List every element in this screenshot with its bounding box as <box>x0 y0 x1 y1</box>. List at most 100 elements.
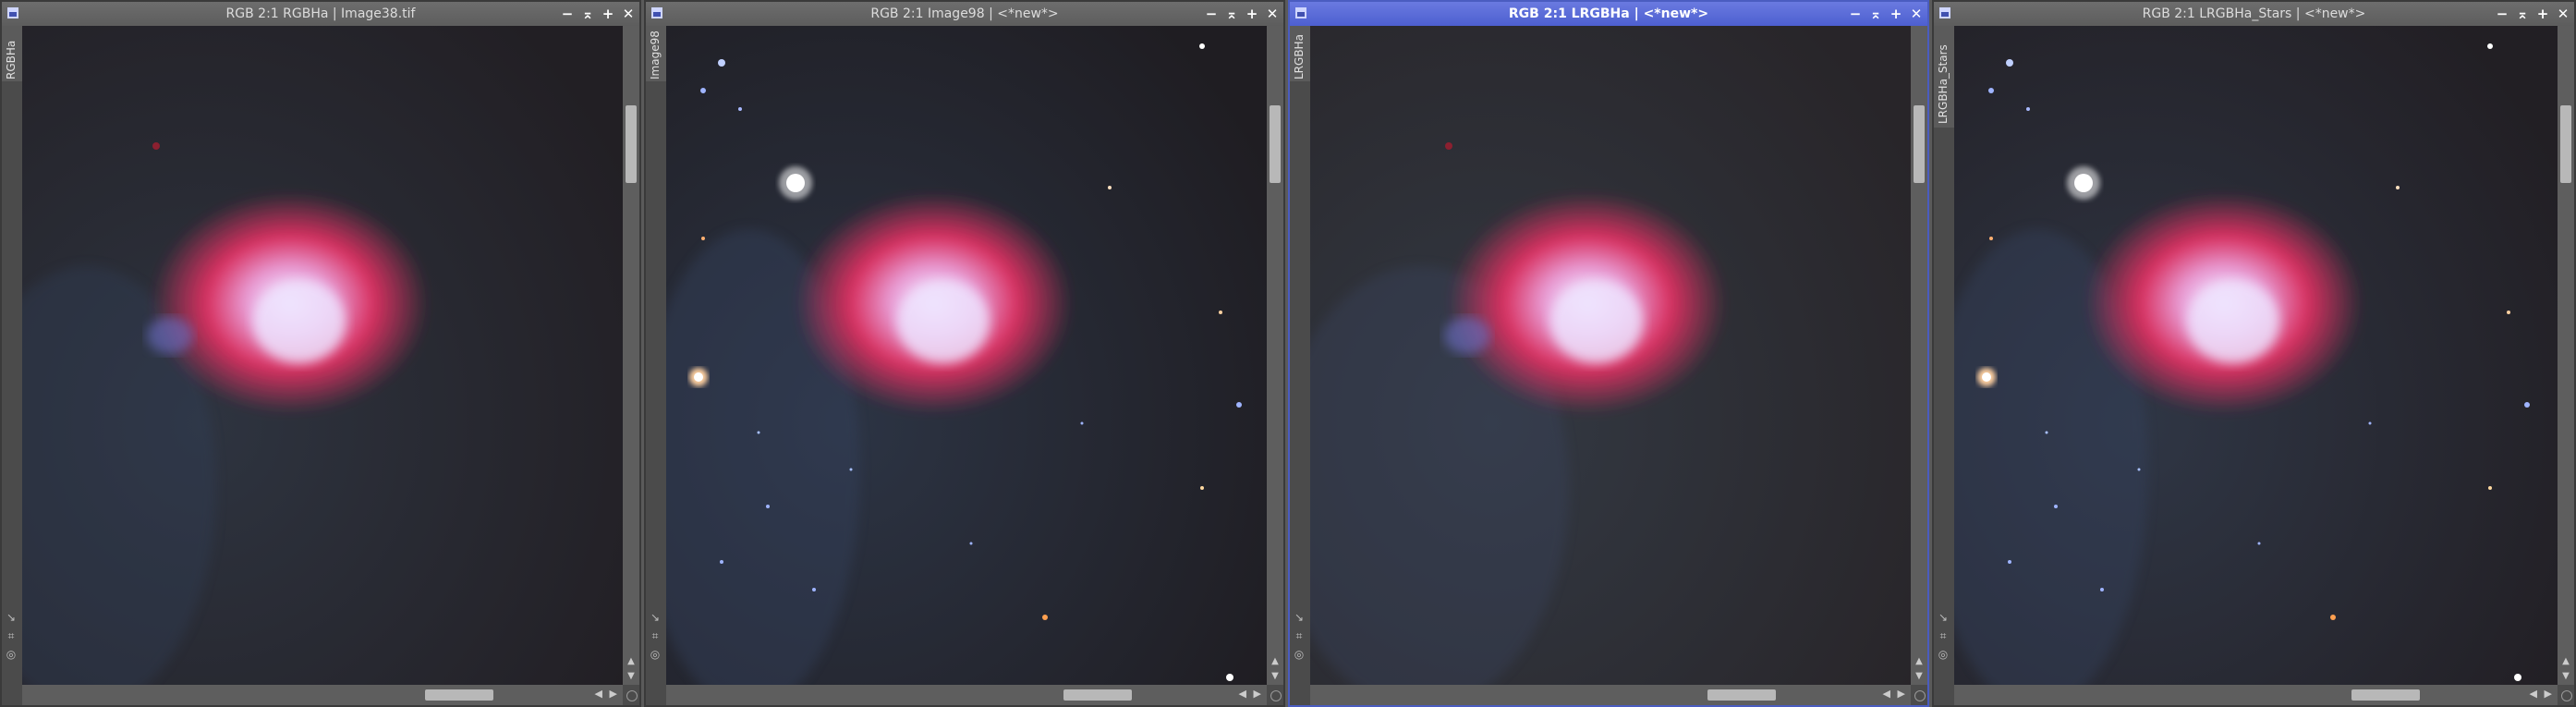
maximize-icon[interactable]: + <box>601 5 615 23</box>
shade-icon[interactable]: ⌅ <box>2515 5 2530 23</box>
image-window-3[interactable]: RGB 2:1 LRGBHa | <*new*> − ⌅ + ✕ LRGBHa … <box>1288 0 1929 707</box>
corner <box>2558 685 2574 705</box>
scroll-left-icon[interactable]: ◀ <box>1883 688 1890 700</box>
minimize-icon[interactable]: − <box>560 5 575 23</box>
preview-icon[interactable]: ◎ <box>1937 648 1950 661</box>
side-tab-label: LRGBHa <box>1293 34 1306 79</box>
corner-icon[interactable] <box>1270 690 1282 701</box>
vertical-scrollbar[interactable]: ▲ ▼ <box>2558 26 2574 685</box>
window-title: RGB 2:1 LRGBHa_Stars | <*new*> <box>2142 6 2366 21</box>
close-icon[interactable]: ✕ <box>1909 5 1924 23</box>
scroll-left-icon[interactable]: ◀ <box>1239 688 1246 700</box>
zoom-fit-icon[interactable]: ↘ <box>1937 611 1950 624</box>
window-icon[interactable] <box>1295 7 1306 18</box>
side-tab-label: LRGBHa_Stars <box>1937 44 1950 124</box>
image-window-1[interactable]: RGB 2:1 RGBHa | Image38.tif − ⌅ + ✕ RGBH… <box>0 0 641 707</box>
vertical-scroll-thumb[interactable] <box>2560 105 2571 183</box>
astro-image <box>22 26 623 685</box>
side-tab[interactable]: LRGBHa <box>1290 26 1311 81</box>
window-titlebar[interactable]: RGB 2:1 LRGBHa_Stars | <*new*> − ⌅ + ✕ <box>1934 2 2574 26</box>
scroll-up-icon[interactable]: ▲ <box>626 656 637 666</box>
vertical-scroll-thumb[interactable] <box>1914 105 1925 183</box>
zoom-fit-icon[interactable]: ↘ <box>649 611 662 624</box>
scroll-right-icon[interactable]: ▶ <box>610 688 617 700</box>
maximize-icon[interactable]: + <box>2535 5 2550 23</box>
horizontal-scroll-thumb[interactable] <box>2351 689 2420 701</box>
close-icon[interactable]: ✕ <box>621 5 636 23</box>
astro-image <box>1310 26 1911 685</box>
crop-icon[interactable]: ⌗ <box>5 629 18 642</box>
vertical-scrollbar[interactable]: ▲ ▼ <box>623 26 639 685</box>
scroll-up-icon[interactable]: ▲ <box>2560 656 2571 666</box>
image-canvas[interactable] <box>666 26 1267 685</box>
side-tab[interactable]: Image98 <box>646 26 667 81</box>
side-strip: ↘ ⌗ ◎ <box>646 81 666 685</box>
scroll-right-icon[interactable]: ▶ <box>1898 688 1905 700</box>
horizontal-scroll-thumb[interactable] <box>425 689 493 701</box>
image-canvas[interactable] <box>1310 26 1911 685</box>
astro-image-stars <box>1954 26 2558 685</box>
window-titlebar[interactable]: RGB 2:1 Image98 | <*new*> − ⌅ + ✕ <box>646 2 1283 26</box>
image-window-2[interactable]: RGB 2:1 Image98 | <*new*> − ⌅ + ✕ Image9… <box>644 0 1285 707</box>
corner <box>1267 685 1283 705</box>
scroll-down-icon[interactable]: ▼ <box>626 671 637 681</box>
scroll-left-icon[interactable]: ◀ <box>2530 688 2537 700</box>
vertical-scrollbar[interactable]: ▲ ▼ <box>1267 26 1283 685</box>
scroll-up-icon[interactable]: ▲ <box>1270 656 1281 666</box>
corner-icon[interactable] <box>626 690 638 701</box>
window-icon[interactable] <box>1939 7 1950 18</box>
astro-image-stars <box>666 26 1267 685</box>
horizontal-scrollbar[interactable]: ◀ ▶ <box>22 685 623 705</box>
minimize-icon[interactable]: − <box>2495 5 2509 23</box>
horizontal-scroll-thumb[interactable] <box>1707 689 1776 701</box>
scroll-left-icon[interactable]: ◀ <box>595 688 602 700</box>
zoom-fit-icon[interactable]: ↘ <box>1293 611 1306 624</box>
scroll-up-icon[interactable]: ▲ <box>1914 656 1925 666</box>
crop-icon[interactable]: ⌗ <box>1937 629 1950 642</box>
side-strip: ↘ ⌗ ◎ <box>1290 81 1310 685</box>
image-window-4[interactable]: RGB 2:1 LRGBHa_Stars | <*new*> − ⌅ + ✕ L… <box>1932 0 2576 707</box>
preview-icon[interactable]: ◎ <box>5 648 18 661</box>
preview-icon[interactable]: ◎ <box>1293 648 1306 661</box>
minimize-icon[interactable]: − <box>1848 5 1863 23</box>
corner-icon[interactable] <box>1914 690 1926 701</box>
side-strip: ↘ ⌗ ◎ <box>1934 128 1954 685</box>
preview-icon[interactable]: ◎ <box>649 648 662 661</box>
horizontal-scroll-thumb[interactable] <box>1063 689 1132 701</box>
crop-icon[interactable]: ⌗ <box>1293 629 1306 642</box>
scroll-down-icon[interactable]: ▼ <box>1270 671 1281 681</box>
window-title: RGB 2:1 LRGBHa | <*new*> <box>1508 6 1709 21</box>
side-tab[interactable]: RGBHa <box>2 26 23 81</box>
window-icon[interactable] <box>7 7 18 18</box>
shade-icon[interactable]: ⌅ <box>1224 5 1239 23</box>
close-icon[interactable]: ✕ <box>1265 5 1280 23</box>
maximize-icon[interactable]: + <box>1889 5 1903 23</box>
vertical-scrollbar[interactable]: ▲ ▼ <box>1911 26 1927 685</box>
scroll-down-icon[interactable]: ▼ <box>2560 671 2571 681</box>
scroll-down-icon[interactable]: ▼ <box>1914 671 1925 681</box>
side-tab[interactable]: LRGBHa_Stars <box>1934 26 1955 128</box>
shade-icon[interactable]: ⌅ <box>580 5 595 23</box>
vertical-scroll-thumb[interactable] <box>626 105 637 183</box>
image-canvas[interactable] <box>22 26 623 685</box>
minimize-icon[interactable]: − <box>1204 5 1219 23</box>
crop-icon[interactable]: ⌗ <box>649 629 662 642</box>
shade-icon[interactable]: ⌅ <box>1868 5 1883 23</box>
maximize-icon[interactable]: + <box>1245 5 1259 23</box>
window-titlebar[interactable]: RGB 2:1 LRGBHa | <*new*> − ⌅ + ✕ <box>1290 2 1927 26</box>
window-titlebar[interactable]: RGB 2:1 RGBHa | Image38.tif − ⌅ + ✕ <box>2 2 639 26</box>
image-canvas[interactable] <box>1954 26 2558 685</box>
horizontal-scrollbar[interactable]: ◀ ▶ <box>1310 685 1911 705</box>
corner-icon[interactable] <box>2561 690 2572 701</box>
scroll-right-icon[interactable]: ▶ <box>2545 688 2552 700</box>
horizontal-scrollbar[interactable]: ◀ ▶ <box>666 685 1267 705</box>
side-tab-label: Image98 <box>649 30 662 79</box>
zoom-fit-icon[interactable]: ↘ <box>5 611 18 624</box>
close-icon[interactable]: ✕ <box>2556 5 2570 23</box>
side-strip: ↘ ⌗ ◎ <box>2 81 22 685</box>
vertical-scroll-thumb[interactable] <box>1270 105 1281 183</box>
scroll-right-icon[interactable]: ▶ <box>1254 688 1261 700</box>
horizontal-scrollbar[interactable]: ◀ ▶ <box>1954 685 2558 705</box>
window-icon[interactable] <box>651 7 662 18</box>
window-title: RGB 2:1 RGBHa | Image38.tif <box>225 6 416 21</box>
